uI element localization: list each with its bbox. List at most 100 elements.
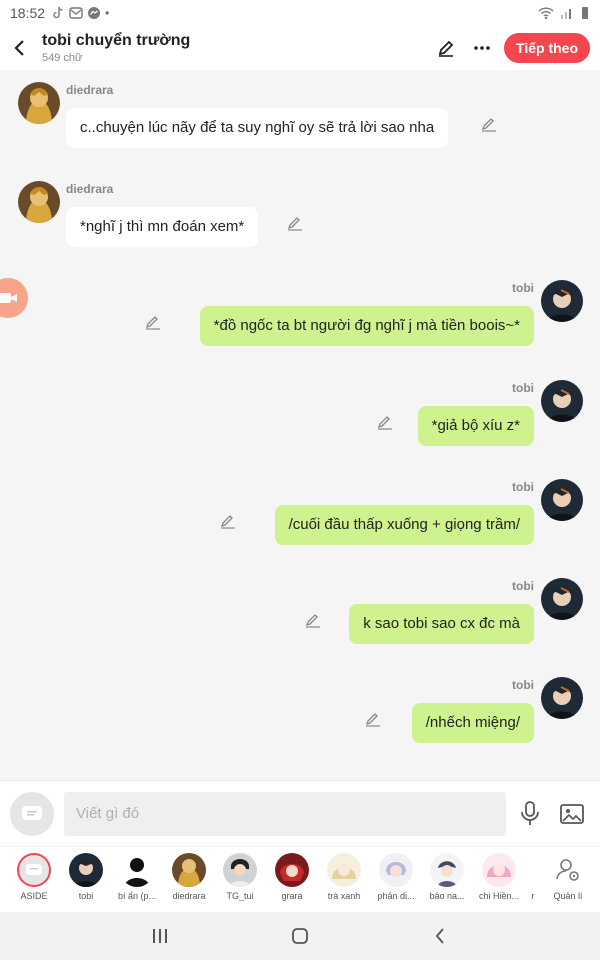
- avatar: [327, 853, 361, 887]
- character-label: bí ẩn (p...: [117, 891, 157, 901]
- pencil-icon: [377, 416, 392, 430]
- status-bar: 18:52 •: [0, 0, 600, 26]
- chat-bubble-icon: [22, 805, 42, 820]
- message-input[interactable]: [64, 791, 506, 836]
- pencil-icon: [365, 713, 380, 727]
- avatar: [430, 853, 464, 887]
- aside-toggle-button[interactable]: [10, 791, 54, 836]
- character-bao-na[interactable]: bảo na...: [417, 853, 477, 901]
- pencil-icon: [438, 40, 454, 57]
- character-label: Quản lí: [553, 891, 583, 901]
- video-call-button[interactable]: [0, 278, 28, 318]
- pencil-icon: [305, 614, 320, 628]
- character-tg-tui[interactable]: TG_tui: [210, 853, 270, 901]
- signal-icon: [561, 9, 571, 19]
- battery-icon: [582, 7, 588, 19]
- character-aside[interactable]: ASIDE: [4, 853, 64, 901]
- edit-message-button[interactable]: [144, 313, 162, 331]
- wifi-icon: [538, 7, 554, 20]
- system-back-button[interactable]: [425, 921, 455, 951]
- notification-icons: •: [51, 6, 109, 20]
- system-nav-bar: [0, 912, 600, 960]
- character-bar: ASIDE tobi bí ẩn (p... diedrara TG_tui g…: [0, 846, 600, 912]
- edit-message-button[interactable]: [376, 413, 394, 431]
- home-button[interactable]: [285, 921, 315, 951]
- avatar[interactable]: [541, 677, 583, 719]
- character-label: grara: [281, 891, 303, 901]
- chevron-left-icon: [435, 928, 444, 944]
- microphone-icon: [521, 800, 539, 825]
- character-label: bảo na...: [429, 891, 465, 901]
- recents-icon: [153, 929, 167, 943]
- character-tra-xanh[interactable]: trà xanh: [314, 853, 374, 901]
- silhouette-icon: [120, 853, 154, 887]
- voice-button[interactable]: [512, 796, 548, 832]
- recent-apps-button[interactable]: [145, 921, 175, 951]
- message-bubble[interactable]: *giả bộ xíu z*: [417, 406, 534, 446]
- sender-name: tobi: [512, 381, 534, 395]
- manage-characters-button[interactable]: Quản lí: [538, 853, 598, 901]
- chat-area[interactable]: diedrara c..chuyện lúc nãy để ta suy ngh…: [0, 70, 600, 780]
- character-label: TG_tui: [226, 891, 254, 901]
- manage-icon: [551, 853, 585, 887]
- messenger-icon: [88, 7, 101, 19]
- avatar[interactable]: [18, 82, 60, 124]
- avatar[interactable]: [541, 380, 583, 422]
- message-bubble[interactable]: k sao tobi sao cx đc mà: [349, 604, 534, 644]
- pencil-icon: [145, 316, 160, 330]
- avatar[interactable]: [18, 181, 60, 223]
- edit-message-button[interactable]: [364, 710, 382, 728]
- tiktok-icon: [53, 6, 63, 19]
- back-button[interactable]: [2, 28, 38, 68]
- sender-name: tobi: [512, 281, 534, 295]
- status-time: 18:52: [10, 5, 46, 21]
- sender-name: tobi: [512, 579, 534, 593]
- avatar: [172, 853, 206, 887]
- avatar[interactable]: [541, 578, 583, 620]
- character-label: ASIDE: [20, 891, 48, 901]
- system-icons: [538, 6, 590, 20]
- message-bubble[interactable]: *nghĩ j thì mn đoán xem*: [66, 207, 259, 247]
- edit-message-button[interactable]: [219, 512, 237, 530]
- avatar: [69, 853, 103, 887]
- sender-name: tobi: [512, 480, 534, 494]
- header-actions: Tiếp theo: [432, 33, 590, 63]
- video-camera-icon: [0, 293, 17, 303]
- edit-button[interactable]: [432, 34, 460, 62]
- title-block: tobi chuyển trường 549 chữ: [42, 31, 190, 65]
- chevron-left-icon: [14, 40, 24, 56]
- follow-button[interactable]: Tiếp theo: [504, 33, 590, 63]
- story-title: tobi chuyển trường: [42, 32, 191, 49]
- character-label: trà xanh: [327, 891, 361, 901]
- edit-message-button[interactable]: [286, 214, 304, 232]
- dot-icon: •: [105, 6, 110, 20]
- image-button[interactable]: [554, 796, 590, 832]
- sender-name: diedrara: [66, 83, 114, 97]
- message-bubble[interactable]: /cuối đầu thấp xuống + giọng trầm/: [274, 505, 534, 545]
- pencil-icon: [481, 118, 496, 132]
- sender-name: diedrara: [66, 182, 114, 196]
- avatar: [223, 853, 257, 887]
- aside-icon: [17, 853, 51, 887]
- more-options-button[interactable]: [468, 34, 496, 62]
- composer: [0, 780, 600, 846]
- avatar: [379, 853, 413, 887]
- sender-name: tobi: [512, 678, 534, 692]
- image-icon: [560, 803, 584, 824]
- pencil-icon: [220, 515, 235, 529]
- chat-header: tobi chuyển trường 549 chữ Tiếp theo: [0, 26, 600, 70]
- message-bubble[interactable]: /nhếch miệng/: [411, 703, 534, 743]
- edit-message-button[interactable]: [304, 611, 322, 629]
- mail-icon: [69, 7, 83, 19]
- message-bubble[interactable]: c..chuyện lúc nãy để ta suy nghĩ oy sẽ t…: [66, 108, 449, 148]
- avatar: [275, 853, 309, 887]
- home-icon: [292, 928, 308, 944]
- word-count: 549 chữ: [42, 52, 83, 64]
- character-mystery[interactable]: bí ẩn (p...: [107, 853, 167, 901]
- character-grara[interactable]: grara: [262, 853, 322, 901]
- edit-message-button[interactable]: [480, 115, 498, 133]
- pencil-icon: [287, 217, 302, 231]
- avatar[interactable]: [541, 479, 583, 521]
- message-bubble[interactable]: *đồ ngốc ta bt người đg nghĩ j mà tiền b…: [199, 306, 534, 346]
- avatar[interactable]: [541, 280, 583, 322]
